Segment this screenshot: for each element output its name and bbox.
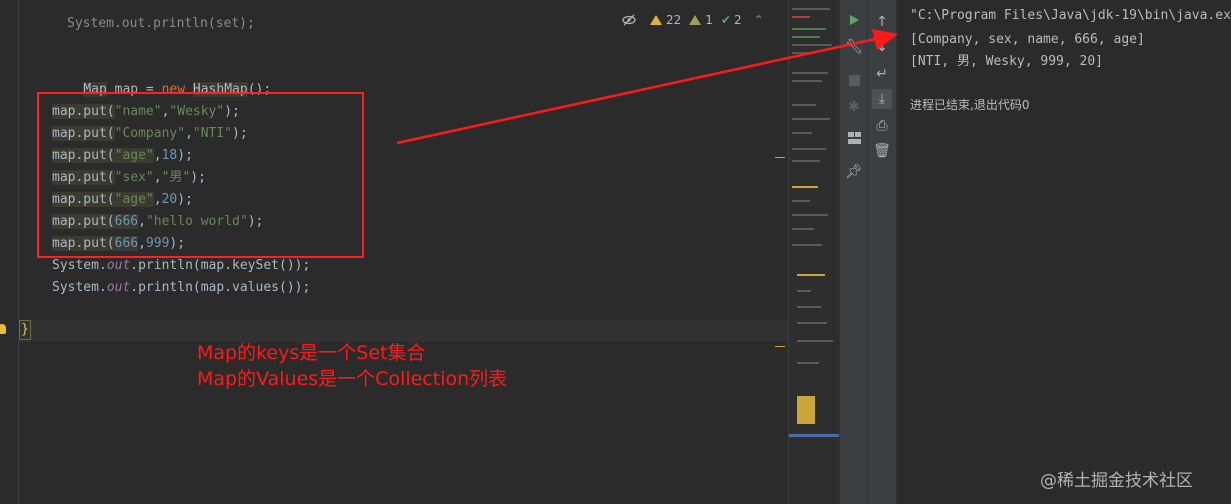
bug-icon[interactable]: ✱	[844, 97, 864, 117]
code-line-println-set: System.out.println(set);	[67, 16, 255, 31]
console-command: "C:\Program Files\Java\jdk-19\bin\java.e…	[910, 8, 1231, 23]
code-line-print-values: System.out.println(map.values());	[52, 280, 311, 295]
wrench-icon[interactable]: 🔧︎	[844, 37, 864, 57]
minimap-line	[792, 28, 826, 30]
warning-count: 22	[666, 13, 682, 27]
chevron-up-icon[interactable]: ⌃	[754, 13, 764, 27]
inspection-widget[interactable]: 22 1 ✔ 2 ⌃	[622, 12, 764, 28]
minimap-line	[797, 306, 821, 308]
minimap-line	[797, 322, 827, 324]
pin-icon[interactable]: 📌︎	[844, 162, 864, 182]
trash-icon[interactable]: 🗑︎	[872, 141, 892, 161]
soft-wrap-icon[interactable]: ↵	[872, 64, 892, 84]
minimap-line	[792, 52, 814, 54]
minimap-line	[792, 104, 816, 106]
minimap-line	[792, 118, 830, 120]
editor-gutter[interactable]	[0, 0, 19, 504]
arrow-up-icon[interactable]: ↑	[872, 12, 892, 32]
print-icon[interactable]: ⎙	[872, 116, 892, 136]
minimap-line	[792, 132, 812, 134]
minimap-line	[792, 200, 810, 202]
weak-warning-count: 1	[705, 13, 713, 27]
weak-warning-icon	[689, 15, 702, 25]
warning-icon	[650, 15, 662, 25]
minimap-line	[792, 244, 822, 246]
scroll-marker	[775, 346, 785, 347]
minimap-line	[797, 340, 833, 342]
watermark: @稀土掘金技术社区	[1040, 471, 1193, 491]
closing-brace: }	[19, 320, 31, 340]
annotation-values: Map的Values是一个Collection列表	[197, 368, 508, 390]
highlight-box-puts	[37, 92, 364, 258]
minimap-line	[797, 274, 825, 276]
arrow-down-icon[interactable]: ↓	[872, 37, 892, 57]
console-output-keys: [Company, sex, name, 666, age]	[910, 32, 1145, 47]
layout-icon[interactable]	[844, 128, 864, 148]
minimap-line	[797, 290, 811, 292]
minimap-line	[792, 36, 820, 38]
code-line-print-keyset: System.out.println(map.keySet());	[52, 258, 311, 273]
typo-count: 2	[733, 13, 742, 27]
eye-off-icon[interactable]	[622, 13, 636, 27]
minimap[interactable]	[788, 0, 839, 504]
minimap-line	[792, 8, 830, 10]
minimap-line	[792, 214, 828, 216]
minimap-line	[797, 362, 819, 364]
minimap-line	[792, 228, 814, 230]
minimap-line	[792, 16, 810, 18]
minimap-line	[792, 80, 822, 82]
minimap-line	[792, 72, 828, 74]
typo-check-icon: ✔	[720, 13, 731, 27]
lightbulb-icon[interactable]	[0, 324, 6, 334]
run-console[interactable]: "C:\Program Files\Java\jdk-19\bin\java.e…	[896, 0, 1231, 504]
minimap-line	[792, 160, 820, 162]
console-output-values: [NTI, 男, Wesky, 999, 20]	[910, 54, 1104, 69]
annotation-keys: Map的keys是一个Set集合	[197, 342, 426, 364]
minimap-highlight	[797, 396, 815, 424]
minimap-line	[792, 148, 826, 150]
play-icon[interactable]	[844, 10, 864, 30]
stop-icon[interactable]	[844, 70, 864, 90]
run-toolbar: 🔧︎ ✱ 📌︎	[839, 0, 868, 504]
minimap-line	[792, 44, 832, 46]
console-exit-message: 进程已结束,退出代码0	[910, 98, 1030, 112]
code-line-map-decl: Map map = new HashMap();	[83, 82, 272, 97]
minimap-viewport	[789, 434, 839, 437]
scroll-marker	[775, 157, 785, 158]
minimap-line	[792, 186, 818, 188]
console-toolbar: ↑ ↓ ↵ ⤓ ⎙ 🗑︎	[867, 0, 896, 504]
scroll-to-end-icon[interactable]: ⤓	[872, 89, 892, 109]
